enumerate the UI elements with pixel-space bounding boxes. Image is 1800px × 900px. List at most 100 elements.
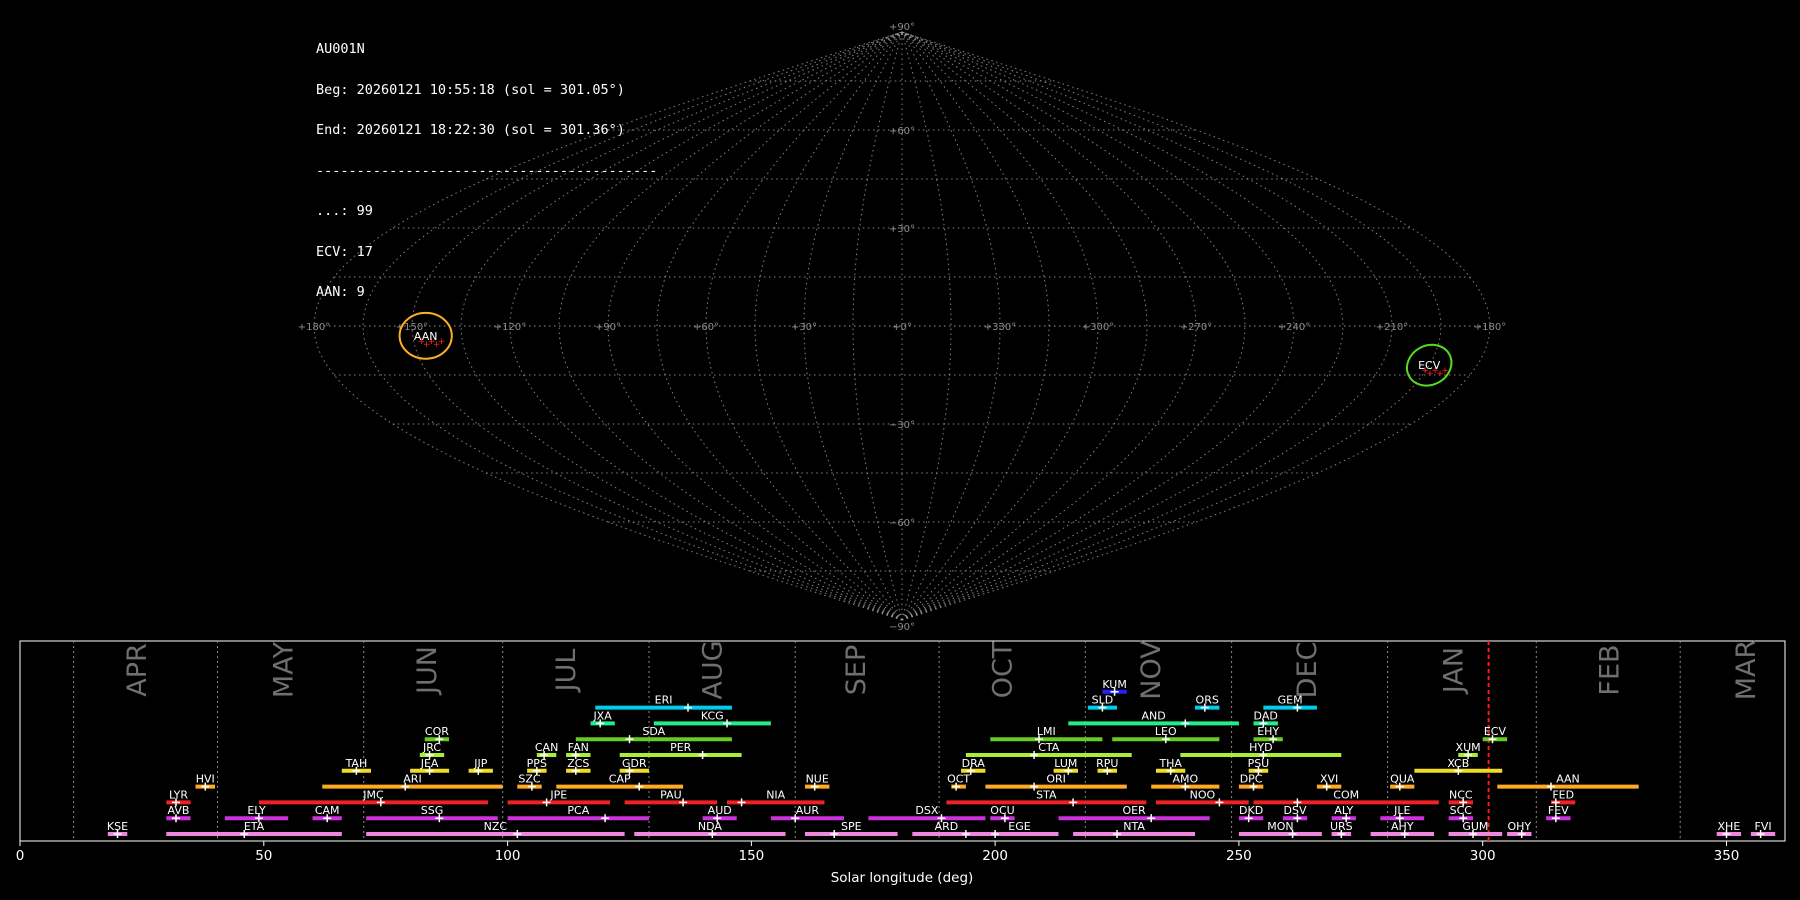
longitude-tick-label: +60° [693, 322, 719, 333]
month-label: MAR [1731, 640, 1762, 701]
meridian-line [803, 31, 903, 621]
month-label: OCT [988, 641, 1019, 698]
timeline-frame [19, 640, 1786, 842]
month-label: MAY [268, 641, 299, 698]
shower-label-sld: SLD [1092, 694, 1114, 707]
x-tick-label: 0 [16, 848, 25, 864]
shower-label-nia: NIA [766, 788, 785, 801]
shower-bars: KUM ERI SLD ORS GEM JXA KCG AND DAD COR SDA LMI LEO E… [107, 678, 1776, 838]
shower-label-noo: NOO [1190, 788, 1216, 801]
sky-map: +180° +150° +120° +90° +60° +30° +0° +330° +300°… [298, 22, 1506, 630]
shower-label-szc: SZC [518, 773, 541, 786]
shower-label-dpc: DPC [1240, 773, 1263, 786]
x-tick-label: 100 [495, 848, 521, 864]
month-label: NOV [1136, 640, 1167, 700]
shower-label-ecv: ECV [1484, 725, 1507, 738]
shower-label-spe: SPE [841, 820, 862, 833]
month-label: JAN [1439, 647, 1470, 695]
shower-label-aly: ALY [1334, 804, 1353, 817]
shower-label-com: COM [1333, 788, 1359, 801]
shower-label-ncc: NCC [1449, 788, 1473, 801]
month-labels: APR MAY JUN JUL AUG SEP OCT NOV DEC JAN FEB MAR [73, 640, 1762, 841]
shower-label-ahy: AHY [1391, 820, 1414, 833]
month-label: DEC [1292, 642, 1323, 699]
shower-label-nta: NTA [1123, 820, 1145, 833]
shower-label-ohy: OHY [1507, 820, 1531, 833]
x-axis-label: Solar longitude (deg) [831, 870, 974, 886]
shower-label-aud: AUD [708, 804, 732, 817]
shower-label-oer: OER [1122, 804, 1146, 817]
shower-label-cap: CAP [609, 773, 631, 786]
shower-label-aan: AAN [1556, 773, 1580, 786]
shower-label-oct: OCT [947, 773, 970, 786]
shower-label-cta: CTA [1038, 741, 1060, 754]
longitude-tick-label: +240° [1278, 322, 1310, 333]
shower-label-xum: XUM [1456, 741, 1481, 754]
shower-label-sta: STA [1036, 788, 1057, 801]
shower-label-dsv: DSV [1284, 804, 1307, 817]
longitude-tick-label: +180° [298, 322, 330, 333]
longitude-tick-label: +30° [791, 322, 817, 333]
shower-label-hyd: HYD [1249, 741, 1272, 754]
x-tick-label: 200 [982, 848, 1008, 864]
shower-label-ssg: SSG [421, 804, 444, 817]
shower-label-pau: PAU [660, 788, 682, 801]
shower-label-zcs: ZCS [567, 757, 589, 770]
shower-label-can: CAN [535, 741, 558, 754]
x-tick-label: 150 [739, 848, 765, 864]
longitude-tick-label: +210° [1376, 322, 1408, 333]
shower-label-ely: ELY [247, 804, 266, 817]
month-label: JUL [551, 649, 582, 694]
shower-label-dkd: DKD [1239, 804, 1263, 817]
shower-label-pps: PPS [527, 757, 547, 770]
latitude-tick-label: −60° [889, 518, 915, 529]
shower-label-xvi: XVI [1320, 773, 1338, 786]
shower-label-eta: ETA [244, 820, 265, 833]
longitude-tick-label: +180° [1474, 322, 1506, 333]
shower-label-kum: KUM [1102, 678, 1126, 691]
month-label: SEP [841, 645, 872, 695]
month-label: FEB [1595, 644, 1626, 695]
shower-label-scc: SCC [1450, 804, 1473, 817]
shower-label-lyr: LYR [169, 788, 188, 801]
shower-label-ari: ARI [403, 773, 421, 786]
shower-label-ehy: EHY [1257, 725, 1279, 738]
shower-label-jip: JIP [473, 757, 487, 770]
latitude-tick-label: +30° [889, 224, 915, 235]
latitude-tick-label: −30° [889, 420, 915, 431]
shower-label-jea: JEA [420, 757, 439, 770]
shower-label-lum: LUM [1054, 757, 1077, 770]
month-label: JUN [412, 646, 443, 696]
shower-label-dsx: DSX [915, 804, 938, 817]
longitude-tick-label: +120° [494, 322, 526, 333]
shower-label-pca: PCA [567, 804, 589, 817]
shower-label-urs: URS [1330, 820, 1353, 833]
shower-label-rpu: RPU [1096, 757, 1118, 770]
shower-label-cam: CAM [315, 804, 340, 817]
shower-label-eri: ERI [655, 694, 673, 707]
shower-label-lmi: LMI [1037, 725, 1056, 738]
x-tick-label: 350 [1714, 848, 1740, 864]
shower-label-jmc: JMC [362, 788, 384, 801]
shower-label-aur: AUR [796, 804, 820, 817]
shower-label-leo: LEO [1155, 725, 1177, 738]
shower-label-ard: ARD [935, 820, 959, 833]
shower-label-xhe: XHE [1718, 820, 1741, 833]
shower-label-fan: FAN [568, 741, 589, 754]
shower-label-nzc: NZC [484, 820, 508, 833]
radiant-point: + [438, 337, 446, 347]
shower-label-sda: SDA [642, 725, 665, 738]
shower-label-jle: JLE [1393, 804, 1410, 817]
shower-label-gdr: GDR [622, 757, 647, 770]
longitude-tick-label: +300° [1082, 322, 1114, 333]
shower-label-amo: AMO [1172, 773, 1198, 786]
radiant-label-ecv: ECV [1418, 359, 1441, 372]
radiant-point: + [1441, 366, 1449, 376]
shower-label-ocu: OCU [990, 804, 1014, 817]
shower-label-qua: QUA [1390, 773, 1415, 786]
shower-label-and: AND [1141, 709, 1165, 722]
shower-label-kse: KSE [107, 820, 128, 833]
shower-label-mon: MON [1267, 820, 1293, 833]
x-tick-label: 300 [1470, 848, 1496, 864]
month-label: AUG [697, 640, 728, 699]
